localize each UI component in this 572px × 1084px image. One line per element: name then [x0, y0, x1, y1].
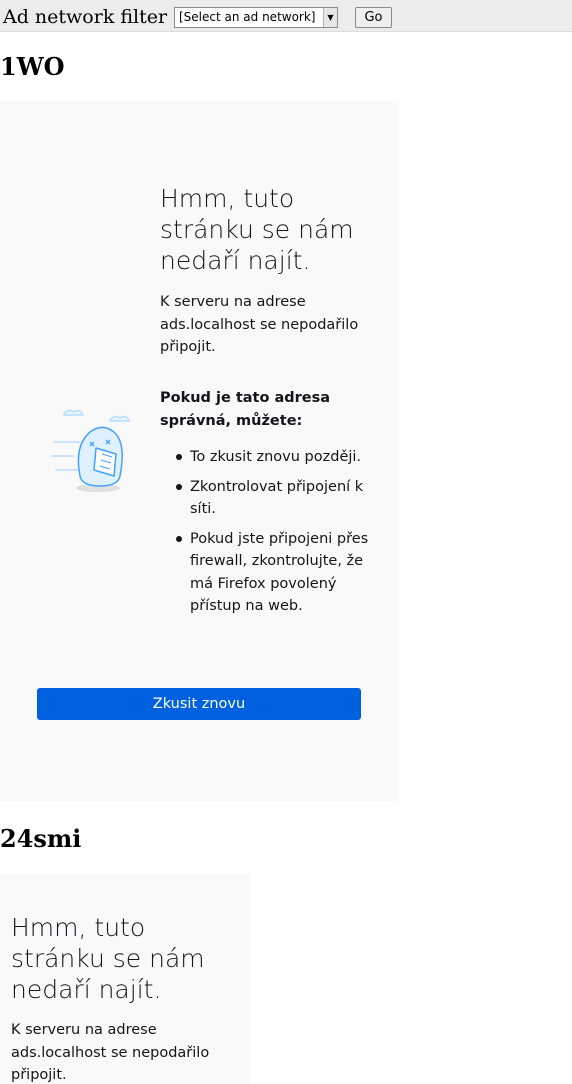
section-heading: 24smi	[0, 824, 82, 853]
ad-frame-error-page: Hmm, tuto stránku se nám nedaří najít. K…	[0, 101, 399, 801]
section-heading: 1WO	[0, 52, 65, 81]
select-value: [Select an ad network]	[179, 10, 316, 24]
list-item: Pokud jste připojeni přes firewall, zkon…	[160, 528, 370, 618]
tips-list: To zkusit znovu později. Zkontrolovat př…	[160, 446, 370, 625]
ad-network-filter-bar: Ad network filter [Select an ad network]…	[0, 0, 572, 32]
error-title: Hmm, tuto stránku se nám nedaří najít.	[11, 913, 205, 1004]
chevron-down-icon: ▼	[323, 8, 337, 27]
ad-frame-error-page: Hmm, tuto stránku se nám nedaří najít. K…	[0, 873, 249, 1084]
ad-network-select[interactable]: [Select an ad network] ▼	[174, 7, 338, 28]
error-message: K serveru na adrese ads.localhost se nep…	[11, 1022, 210, 1083]
tips-heading: Pokud je tato adresa správná, můžete:	[160, 390, 331, 429]
list-item: To zkusit znovu později.	[160, 446, 370, 469]
error-message: K serveru na adrese ads.localhost se nep…	[160, 294, 359, 355]
go-button[interactable]: Go	[355, 7, 392, 28]
filter-label: Ad network filter	[3, 6, 168, 28]
error-title: Hmm, tuto stránku se nám nedaří najít.	[160, 184, 354, 275]
error-illustration-icon	[51, 409, 131, 492]
retry-button[interactable]: Zkusit znovu	[37, 688, 361, 720]
list-item: Zkontrolovat připojení k síti.	[160, 476, 370, 521]
